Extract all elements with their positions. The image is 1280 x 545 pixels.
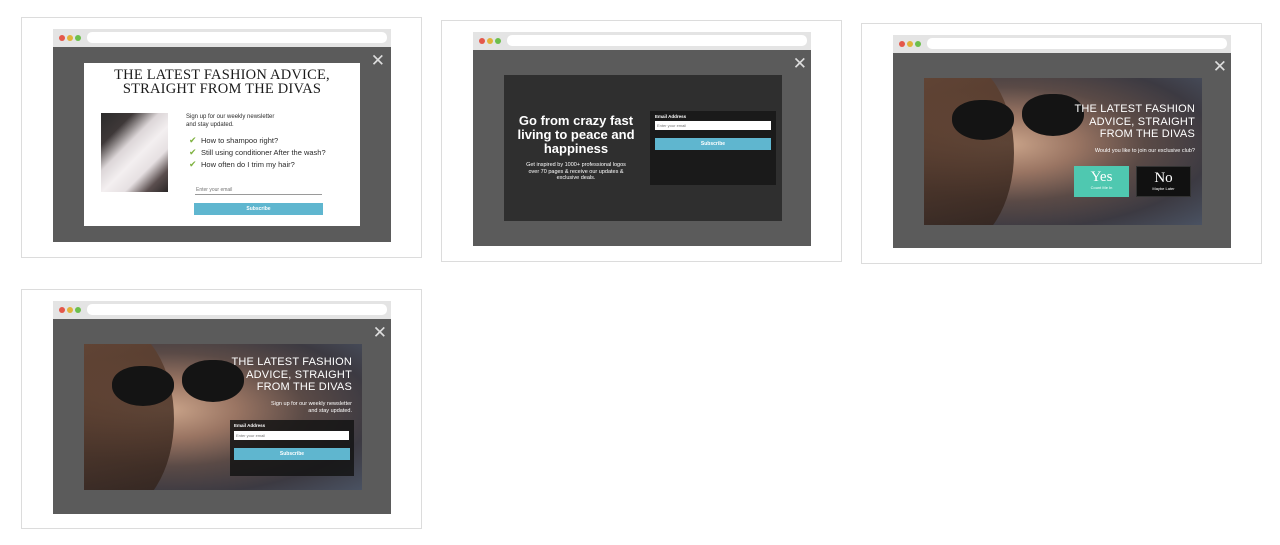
url-bar	[507, 35, 807, 46]
preview-card-4[interactable]: ✕ THE LATEST FASHION ADVICE, STRAIGHT FR…	[21, 289, 422, 529]
preview-card-3[interactable]: ✕ THE LATEST FASHION ADVICE, STRAIGHT FR…	[861, 23, 1262, 264]
signup-form: Email Address Subscribe	[230, 420, 354, 476]
browser-window: ✕ Go from crazy fast living to peace and…	[473, 32, 811, 246]
list-item: ✔ How to shampoo right?	[189, 136, 279, 146]
browser-chrome	[53, 29, 391, 47]
newsletter-popup: THE LATEST FASHION ADVICE, STRAIGHT FROM…	[84, 63, 360, 226]
yes-label: Yes	[1090, 169, 1113, 185]
popup-subtext: Get inspired by 1000+ professional logos…	[526, 162, 626, 181]
popup-headline: Go from crazy fast living to peace and h…	[517, 113, 635, 156]
yes-no-popup: THE LATEST FASHION ADVICE, STRAIGHT FROM…	[924, 78, 1202, 225]
model-photo	[101, 113, 168, 192]
close-dot-icon	[479, 38, 485, 44]
preview-card-1[interactable]: ✕ THE LATEST FASHION ADVICE, STRAIGHT FR…	[21, 17, 422, 258]
yes-button[interactable]: Yes Count Me In	[1074, 166, 1129, 197]
preview-card-2[interactable]: ✕ Go from crazy fast living to peace and…	[441, 20, 842, 262]
email-input[interactable]	[655, 121, 771, 130]
no-sublabel: Maybe Later	[1152, 186, 1175, 191]
check-icon: ✔	[189, 148, 197, 158]
close-icon[interactable]: ✕	[1213, 59, 1227, 76]
check-icon: ✔	[189, 160, 197, 170]
sunglasses-shape	[952, 100, 1014, 140]
email-input[interactable]	[234, 431, 349, 440]
minimize-dot-icon	[907, 41, 913, 47]
close-dot-icon	[59, 307, 65, 313]
close-icon[interactable]: ✕	[373, 325, 387, 342]
subscribe-button[interactable]: Subscribe	[655, 138, 771, 150]
browser-chrome	[893, 35, 1231, 53]
subscribe-button[interactable]: Subscribe	[194, 203, 323, 215]
browser-chrome	[473, 32, 811, 50]
yes-sublabel: Count Me In	[1090, 185, 1113, 190]
maximize-dot-icon	[495, 38, 501, 44]
browser-window: ✕ THE LATEST FASHION ADVICE, STRAIGHT FR…	[53, 29, 391, 242]
maximize-dot-icon	[75, 307, 81, 313]
check-icon: ✔	[189, 136, 197, 146]
no-button[interactable]: No Maybe Later	[1136, 166, 1191, 197]
popup-question: Would you like to join our exclusive clu…	[1094, 148, 1195, 154]
list-item: ✔ Still using conditioner After the wash?	[189, 148, 326, 158]
popup-intro: Sign up for our weekly newsletter and st…	[270, 401, 352, 414]
list-item: ✔ How often do I trim my hair?	[189, 160, 295, 170]
subscribe-button[interactable]: Subscribe	[234, 448, 350, 460]
no-label: No	[1154, 170, 1173, 186]
popup-title: THE LATEST FASHION ADVICE, STRAIGHT FROM…	[231, 356, 352, 393]
minimize-dot-icon	[67, 35, 73, 41]
email-label: Email Address	[234, 423, 266, 428]
signup-form: Email Address Subscribe	[650, 111, 776, 185]
url-bar	[87, 304, 387, 315]
close-icon[interactable]: ✕	[793, 56, 807, 73]
browser-window: ✕ THE LATEST FASHION ADVICE, STRAIGHT FR…	[893, 35, 1231, 248]
photo-newsletter-popup: THE LATEST FASHION ADVICE, STRAIGHT FROM…	[84, 344, 362, 490]
popup-intro: Sign up for our weekly newsletter and st…	[186, 114, 275, 128]
hair-shape	[84, 344, 174, 490]
popup-title: THE LATEST FASHION ADVICE, STRAIGHT FROM…	[1074, 103, 1195, 140]
close-icon[interactable]: ✕	[371, 53, 385, 70]
email-input[interactable]	[195, 185, 322, 195]
sunglasses-shape	[112, 366, 174, 406]
url-bar	[927, 38, 1227, 49]
tips-list: ✔ How to shampoo right? ✔ Still using cond…	[189, 135, 354, 171]
close-dot-icon	[59, 35, 65, 41]
minimize-dot-icon	[487, 38, 493, 44]
browser-chrome	[53, 301, 391, 319]
maximize-dot-icon	[75, 35, 81, 41]
popup-title: THE LATEST FASHION ADVICE, STRAIGHT FROM…	[114, 67, 330, 97]
close-dot-icon	[899, 41, 905, 47]
url-bar	[87, 32, 387, 43]
email-label: Email Address	[655, 114, 687, 119]
browser-window: ✕ THE LATEST FASHION ADVICE, STRAIGHT FR…	[53, 301, 391, 514]
maximize-dot-icon	[915, 41, 921, 47]
minimize-dot-icon	[67, 307, 73, 313]
hair-shape	[924, 78, 1014, 225]
promo-popup: Go from crazy fast living to peace and h…	[504, 75, 782, 221]
